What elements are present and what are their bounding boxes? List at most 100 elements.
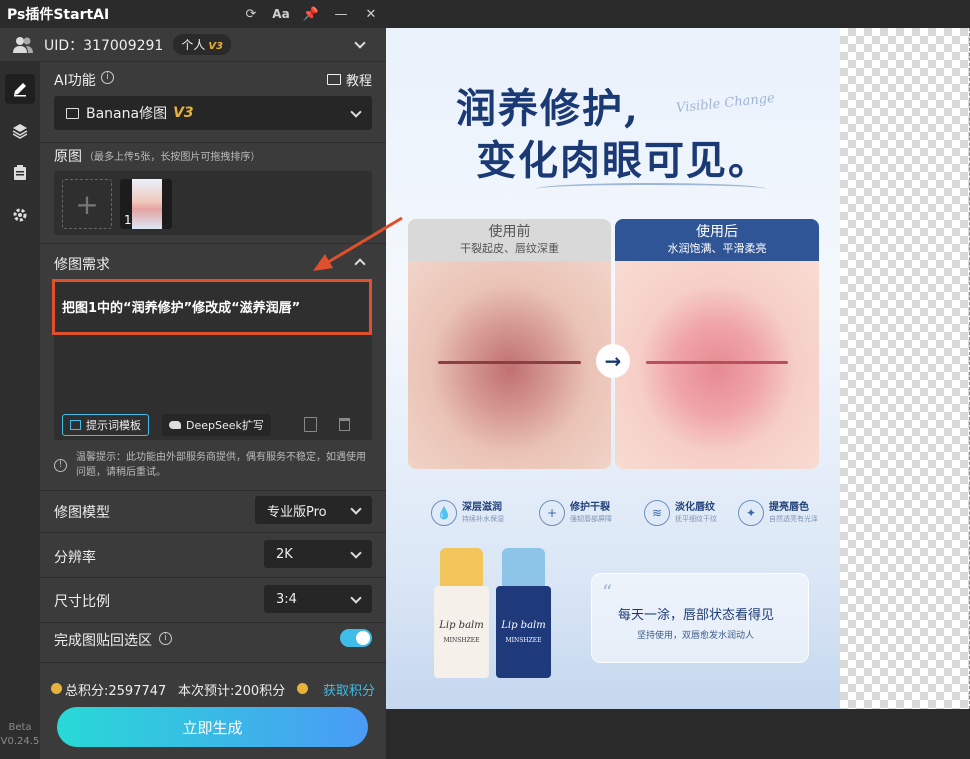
balm-label: Lip balm <box>439 620 484 631</box>
edit-request-label: 修图需求 <box>54 257 110 273</box>
before-lip-image <box>408 261 611 469</box>
user-id: UID：317009291 <box>44 37 164 54</box>
balm-brand: MINSHZEE <box>505 637 542 644</box>
feature-subtitle: 自然透亮有光泽 <box>769 515 818 523</box>
resolution-label: 分辨率 <box>54 550 96 566</box>
estimate-points: 本次预计:200积分 <box>178 684 286 699</box>
prompt-text: 把图1中的“润养修护”修改成“滋养润唇” <box>62 301 301 316</box>
quote-line-1: 每天一涂，唇部状态看得见 <box>618 608 775 623</box>
paste-back-label: 完成图贴回选区 <box>54 633 152 649</box>
thumbnail-index: 1 <box>124 213 132 227</box>
edit-tool-icon[interactable] <box>5 74 35 104</box>
chevron-down-icon[interactable] <box>354 36 366 49</box>
settings-gear-icon[interactable] <box>5 200 35 230</box>
feature-item: 💧 深层滋润持续补水保湿 <box>431 498 531 528</box>
divider <box>40 490 386 491</box>
annotation-arrow-icon <box>313 216 403 271</box>
plan-badge: 个人 V3 <box>173 34 232 55</box>
resolution-value: 2K <box>276 546 293 562</box>
trash-icon[interactable] <box>339 418 350 431</box>
coin-icon <box>51 683 62 694</box>
balm-body: Lip balm MINSHZEE <box>496 586 551 678</box>
template-icon <box>70 420 81 430</box>
deepseek-label: DeepSeek扩写 <box>186 419 264 432</box>
after-header: 使用后 水润饱满、平滑柔亮 <box>615 219 819 261</box>
deepseek-expand-button[interactable]: DeepSeek扩写 <box>162 414 271 436</box>
feature-title: 修护干裂 <box>570 502 610 513</box>
total-points: 总积分:2597747 <box>65 684 167 699</box>
poster-headline-2: 变化肉眼可见。 <box>476 137 770 184</box>
add-image-button[interactable]: + <box>62 179 112 229</box>
image-icon <box>66 107 79 119</box>
feature-subtitle: 抚平细纹干纹 <box>675 515 717 523</box>
model-label: 修图模型 <box>54 505 110 521</box>
coin-icon <box>297 683 308 694</box>
before-panel: 使用前 干裂起皮、唇纹深重 <box>408 219 611 469</box>
ai-model-select[interactable]: Banana修图 V3 <box>54 96 372 130</box>
font-size-icon[interactable]: Aa <box>266 0 296 28</box>
divider <box>40 577 386 578</box>
model-value: 专业版Pro <box>267 504 327 520</box>
decorative-swoosh <box>536 183 766 195</box>
chevron-down-icon <box>350 106 362 118</box>
chevron-down-icon <box>350 592 362 604</box>
minimize-icon[interactable]: — <box>326 0 356 28</box>
after-lip-image <box>615 261 819 469</box>
info-icon[interactable]: i <box>101 71 114 84</box>
model-select[interactable]: 专业版Pro <box>255 496 372 524</box>
refresh-icon[interactable]: ⟳ <box>236 0 266 28</box>
wave-icon: ≋ <box>644 500 670 526</box>
after-title: 使用后 <box>696 224 738 240</box>
lip-balm-white: Lip balm MINSHZEE <box>434 548 489 678</box>
warning-icon: ! <box>54 459 67 472</box>
chevron-down-icon <box>350 547 362 559</box>
droplet-icon: 💧 <box>431 500 457 526</box>
after-subtitle: 水润饱满、平滑柔亮 <box>667 242 767 255</box>
paste-back-toggle[interactable] <box>340 629 372 647</box>
lip-balm-navy: Lip balm MINSHZEE <box>496 548 551 678</box>
before-title: 使用前 <box>488 224 531 240</box>
info-icon[interactable]: i <box>159 632 172 645</box>
ratio-select[interactable]: 3:4 <box>264 585 372 613</box>
pin-icon[interactable]: 📌 <box>296 0 326 28</box>
feature-subtitle: 持续补水保湿 <box>462 515 504 523</box>
clipboard-icon[interactable] <box>5 158 35 188</box>
divider <box>40 622 386 623</box>
before-subtitle: 干裂起皮、唇纹深重 <box>460 242 559 255</box>
quote-card: “ 每天一涂，唇部状态看得见 坚持使用，双唇愈发水润动人 <box>591 573 809 663</box>
ai-function-section: AI功能 i 教程 Banana修图 V3 <box>40 62 386 142</box>
plan-name: 个人 <box>181 38 206 52</box>
prompt-textarea[interactable]: 把图1中的“润养修护”修改成“滋养润唇” 提示词模板 DeepSeek扩写 <box>52 279 372 440</box>
feature-item: + 修护干裂 强韧唇部屏障 <box>539 498 639 528</box>
chevron-down-icon <box>350 503 362 515</box>
sparkle-icon: ✦ <box>738 500 764 526</box>
generate-label: 立即生成 <box>182 718 243 737</box>
get-points-link[interactable]: 获取积分 <box>323 680 375 699</box>
lip-line <box>438 360 581 364</box>
tutorial-link[interactable]: 教程 <box>326 70 372 89</box>
generate-button[interactable]: 立即生成 <box>57 707 368 747</box>
ai-model-value: Banana修图 <box>86 106 168 122</box>
document-canvas[interactable]: 润养修护, 变化肉眼可见。 Visible Change 使用前 干裂起皮、唇纹… <box>386 28 840 709</box>
feature-item: ≋ 淡化唇纹抚平细纹干纹 <box>644 498 744 528</box>
original-hint: （最多上传5张，长按图片可拖拽排序） <box>84 152 261 163</box>
balm-label: Lip balm <box>501 620 546 631</box>
image-thumbnail[interactable]: 1 <box>120 179 172 229</box>
history-icon[interactable] <box>304 417 317 432</box>
prompt-template-button[interactable]: 提示词模板 <box>62 414 149 436</box>
close-icon[interactable]: ✕ <box>356 0 386 28</box>
poster-headline-1: 润养修护, <box>456 85 640 132</box>
resolution-select[interactable]: 2K <box>264 540 372 568</box>
ai-function-label: AI功能 <box>54 73 96 89</box>
balm-cap <box>502 548 545 588</box>
user-row[interactable]: UID：317009291 个人 V3 <box>0 28 386 62</box>
thumbnail-preview <box>132 179 162 229</box>
beta-label: Beta <box>8 722 32 733</box>
balm-brand: MINSHZEE <box>443 637 480 644</box>
after-panel: 使用后 水润饱满、平滑柔亮 <box>615 219 819 469</box>
layers-icon[interactable] <box>5 116 35 146</box>
feature-title: 淡化唇纹 <box>675 502 715 513</box>
feature-title: 提亮唇色 <box>769 502 809 513</box>
ratio-value: 3:4 <box>276 591 297 607</box>
feature-title: 深层滋润 <box>462 502 502 513</box>
